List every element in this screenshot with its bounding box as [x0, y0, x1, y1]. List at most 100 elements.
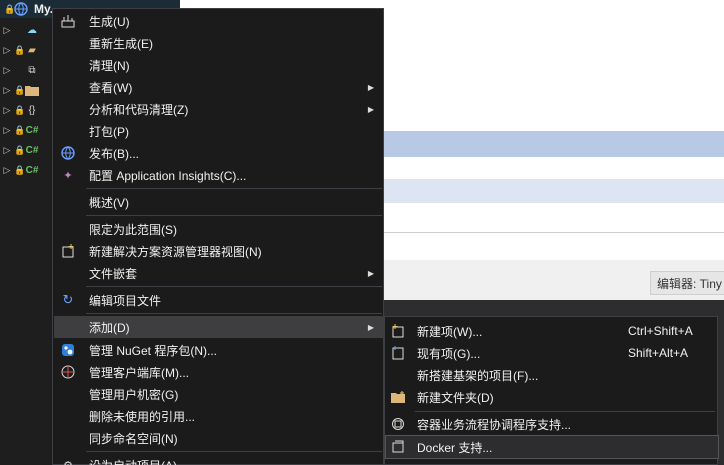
menu-item-label: 新建解决方案资源管理器视图(N)	[89, 244, 262, 259]
menu-separator	[86, 451, 382, 452]
menu-item-label: 管理客户端库(M)...	[89, 365, 189, 380]
menu-item-label: 打包(P)	[89, 124, 129, 139]
submenu-item-label: Docker 支持...	[417, 440, 493, 455]
menu-item-label: 删除未使用的引用...	[89, 409, 196, 424]
menu-item-edit-project-file[interactable]: ↻ 编辑项目文件	[54, 289, 384, 311]
connected-services-icon: ☁	[27, 24, 37, 36]
json-file-icon: {}	[28, 104, 36, 116]
submenu-item-existing-item[interactable]: 现有项(G)... Shift+Alt+A	[386, 342, 718, 364]
menu-item-sync-namespaces[interactable]: 同步命名空间(N)	[54, 427, 384, 449]
edit-icon: ↻	[62, 292, 74, 307]
nuget-icon	[60, 342, 76, 358]
build-icon	[60, 13, 76, 29]
menu-item-label: 同步命名空间(N)	[89, 431, 178, 446]
menu-item-file-nesting[interactable]: 文件嵌套 ▶	[54, 262, 384, 284]
menu-item-rebuild[interactable]: 重新生成(E)	[54, 32, 384, 54]
csharp-file-icon: C#	[25, 164, 39, 176]
menu-item-label: 设为启动项目(A)	[89, 457, 177, 465]
folder-icon	[390, 389, 406, 405]
menu-item-pack[interactable]: 打包(P)	[54, 120, 384, 142]
submenu-item-new-folder[interactable]: 新建文件夹(D)	[386, 386, 718, 408]
expand-icon[interactable]: ▷	[0, 145, 14, 156]
menu-item-label: 管理用户机密(G)	[89, 387, 179, 402]
properties-icon: ▰	[28, 44, 36, 56]
submenu-item-label: 容器业务流程协调程序支持...	[417, 417, 572, 432]
menu-item-new-view[interactable]: 新建解决方案资源管理器视图(N)	[54, 240, 384, 262]
submenu-item-docker-support[interactable]: Docker 支持...	[385, 435, 719, 459]
expand-icon[interactable]: ▷	[0, 65, 14, 76]
new-view-icon	[60, 243, 76, 259]
menu-item-label: 添加(D)	[89, 320, 130, 335]
submenu-item-container-orchestrator[interactable]: 容器业务流程协调程序支持...	[386, 413, 718, 435]
expand-icon[interactable]: ▷	[0, 25, 14, 36]
submenu-item-scaffolded-item[interactable]: 新搭建基架的项目(F)...	[386, 364, 718, 386]
menu-item-view[interactable]: 查看(W) ▶	[54, 76, 384, 98]
menu-separator	[86, 313, 382, 314]
docker-icon	[390, 439, 406, 455]
submenu-arrow-icon: ▶	[367, 268, 374, 278]
menu-item-remove-unused-refs[interactable]: 删除未使用的引用...	[54, 405, 384, 427]
lock-icon: 🔒	[14, 44, 26, 55]
menu-item-publish[interactable]: 发布(B)...	[54, 142, 384, 164]
lock-icon: 🔒	[14, 84, 26, 95]
expand-icon[interactable]: ▷	[0, 85, 14, 96]
menu-item-label: 配置 Application Insights(C)...	[89, 168, 247, 183]
expand-icon[interactable]: ▷	[0, 125, 14, 136]
gear-icon: ⚙	[60, 457, 76, 465]
new-item-icon	[390, 323, 406, 339]
menu-separator	[415, 411, 715, 412]
submenu-arrow-icon: ▶	[367, 322, 374, 332]
menu-item-label: 文件嵌套	[89, 266, 138, 281]
submenu-item-new-item[interactable]: 新建项(W)... Ctrl+Shift+A	[386, 320, 718, 342]
menu-item-label: 概述(V)	[89, 195, 129, 210]
menu-item-client-libraries[interactable]: 管理客户端库(M)...	[54, 361, 384, 383]
editor-label: 编辑器: Tiny	[650, 271, 724, 295]
menu-item-overview[interactable]: 概述(V)	[54, 191, 384, 213]
submenu-item-label: 新建项(W)...	[417, 324, 483, 339]
bulb-icon: ✦	[63, 169, 73, 182]
submenu-arrow-icon: ▶	[367, 82, 374, 92]
menu-item-app-insights[interactable]: ✦ 配置 Application Insights(C)...	[54, 164, 384, 186]
menu-separator	[86, 215, 382, 216]
add-submenu: 新建项(W)... Ctrl+Shift+A 现有项(G)... Shift+A…	[384, 316, 719, 465]
menu-item-nuget[interactable]: 管理 NuGet 程序包(N)...	[54, 339, 384, 361]
library-icon	[60, 364, 76, 380]
submenu-item-label: 新搭建基架的项目(F)...	[417, 368, 539, 383]
context-menu: 生成(U) 重新生成(E) 清理(N) 查看(W) ▶ 分析和代码清理(Z) ▶…	[52, 8, 384, 465]
menu-item-label: 限定为此范围(S)	[89, 222, 177, 237]
web-project-icon	[14, 2, 30, 16]
menu-item-label: 生成(U)	[89, 14, 130, 29]
dependencies-icon: ⧉	[28, 64, 36, 76]
menu-item-clean[interactable]: 清理(N)	[54, 54, 384, 76]
menu-item-label: 查看(W)	[89, 80, 133, 95]
menu-separator	[86, 188, 382, 189]
expand-icon[interactable]: ▷	[0, 45, 14, 56]
lock-icon: 🔒	[14, 104, 26, 115]
menu-item-analyze[interactable]: 分析和代码清理(Z) ▶	[54, 98, 384, 120]
lock-icon: 🔒	[4, 3, 16, 14]
folder-icon	[24, 83, 40, 97]
menu-item-label: 发布(B)...	[89, 146, 139, 161]
existing-item-icon	[390, 345, 406, 361]
menu-item-label: 清理(N)	[89, 58, 130, 73]
menu-item-label: 管理 NuGet 程序包(N)...	[89, 343, 218, 358]
lock-icon: 🔒	[14, 144, 26, 155]
shortcut-label: Ctrl+Shift+A	[628, 324, 693, 338]
menu-item-set-startup[interactable]: ⚙ 设为启动项目(A)	[54, 454, 384, 465]
menu-item-label: 分析和代码清理(Z)	[89, 102, 189, 117]
expand-icon[interactable]: ▷	[0, 165, 14, 176]
expand-icon[interactable]: ▷	[0, 105, 14, 116]
globe-icon	[60, 145, 76, 161]
submenu-item-label: 新建文件夹(D)	[417, 390, 494, 405]
menu-item-user-secrets[interactable]: 管理用户机密(G)	[54, 383, 384, 405]
lock-icon: 🔒	[14, 164, 26, 175]
submenu-arrow-icon: ▶	[367, 104, 374, 114]
menu-item-scope[interactable]: 限定为此范围(S)	[54, 218, 384, 240]
menu-item-build[interactable]: 生成(U)	[54, 10, 384, 32]
menu-separator	[86, 286, 382, 287]
shortcut-label: Shift+Alt+A	[628, 346, 689, 360]
menu-item-label: 编辑项目文件	[89, 293, 162, 308]
menu-item-add[interactable]: 添加(D) ▶	[54, 316, 384, 338]
csharp-file-icon: C#	[25, 124, 39, 136]
csharp-file-icon: C#	[25, 144, 39, 156]
